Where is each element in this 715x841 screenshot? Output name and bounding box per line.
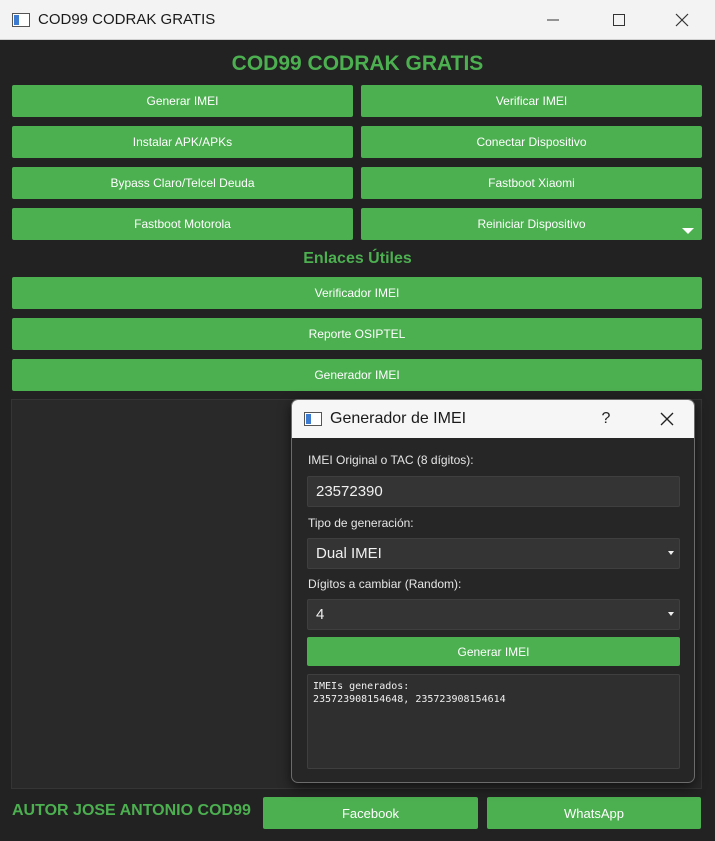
maximize-button[interactable] bbox=[596, 0, 642, 40]
whatsapp-button[interactable]: WhatsApp bbox=[487, 797, 701, 829]
close-icon bbox=[675, 13, 689, 27]
minimize-icon bbox=[547, 19, 559, 21]
fastboot-motorola-button[interactable]: Fastboot Motorola bbox=[12, 208, 353, 240]
imei-input[interactable]: 23572390 bbox=[307, 476, 680, 507]
imei-generator-dialog: Generador de IMEI ? IMEI Original o TAC … bbox=[291, 399, 695, 783]
chevron-down-icon bbox=[668, 612, 674, 616]
type-select[interactable]: Dual IMEI bbox=[307, 538, 680, 569]
imei-input-value: 23572390 bbox=[316, 483, 383, 500]
fastboot-xiaomi-button[interactable]: Fastboot Xiaomi bbox=[361, 167, 702, 199]
dropdown-arrow-icon bbox=[682, 228, 694, 234]
dialog-close-button[interactable] bbox=[652, 400, 682, 438]
reiniciar-dispositivo-button[interactable]: Reiniciar Dispositivo bbox=[361, 208, 702, 240]
verificador-imei-link[interactable]: Verificador IMEI bbox=[12, 277, 702, 309]
app-heading: COD99 CODRAK GRATIS bbox=[231, 52, 484, 75]
chevron-down-icon bbox=[668, 551, 674, 555]
dialog-titlebar: Generador de IMEI ? bbox=[292, 400, 694, 438]
instalar-apk-button[interactable]: Instalar APK/APKs bbox=[12, 126, 353, 158]
facebook-button[interactable]: Facebook bbox=[263, 797, 478, 829]
bypass-claro-button[interactable]: Bypass Claro/Telcel Deuda bbox=[12, 167, 353, 199]
close-button[interactable] bbox=[659, 0, 705, 40]
minimize-button[interactable] bbox=[530, 0, 576, 40]
digits-label: Dígitos a cambiar (Random): bbox=[308, 577, 462, 591]
output-header: IMEIs generados: bbox=[313, 681, 410, 692]
conectar-dispositivo-button[interactable]: Conectar Dispositivo bbox=[361, 126, 702, 158]
reporte-osiptel-link[interactable]: Reporte OSIPTEL bbox=[12, 318, 702, 350]
type-select-value: Dual IMEI bbox=[316, 545, 382, 562]
window-titlebar: COD99 CODRAK GRATIS bbox=[0, 0, 715, 40]
dialog-app-icon bbox=[304, 412, 322, 426]
type-label: Tipo de generación: bbox=[308, 516, 414, 530]
generated-imeis-output[interactable]: IMEIs generados: 235723908154648, 235723… bbox=[307, 674, 680, 769]
close-icon bbox=[660, 412, 674, 426]
generar-imei-button[interactable]: Generar IMEI bbox=[12, 85, 353, 117]
app-icon bbox=[12, 12, 30, 27]
author-label: AUTOR JOSE ANTONIO COD99 bbox=[12, 802, 251, 819]
dialog-title: Generador de IMEI bbox=[330, 410, 467, 427]
help-button[interactable]: ? bbox=[594, 400, 618, 438]
maximize-icon bbox=[613, 14, 625, 26]
digits-select-value: 4 bbox=[316, 606, 325, 623]
digits-select[interactable]: 4 bbox=[307, 599, 680, 630]
window-title: COD99 CODRAK GRATIS bbox=[38, 11, 216, 28]
imei-label: IMEI Original o TAC (8 dígitos): bbox=[308, 453, 474, 467]
generate-imei-button[interactable]: Generar IMEI bbox=[307, 637, 680, 666]
reiniciar-dispositivo-label: Reiniciar Dispositivo bbox=[477, 217, 586, 231]
verificar-imei-button[interactable]: Verificar IMEI bbox=[361, 85, 702, 117]
generador-imei-link[interactable]: Generador IMEI bbox=[12, 359, 702, 391]
links-heading: Enlaces Útiles bbox=[303, 250, 412, 267]
output-imeis: 235723908154648, 235723908154614 bbox=[313, 694, 506, 705]
